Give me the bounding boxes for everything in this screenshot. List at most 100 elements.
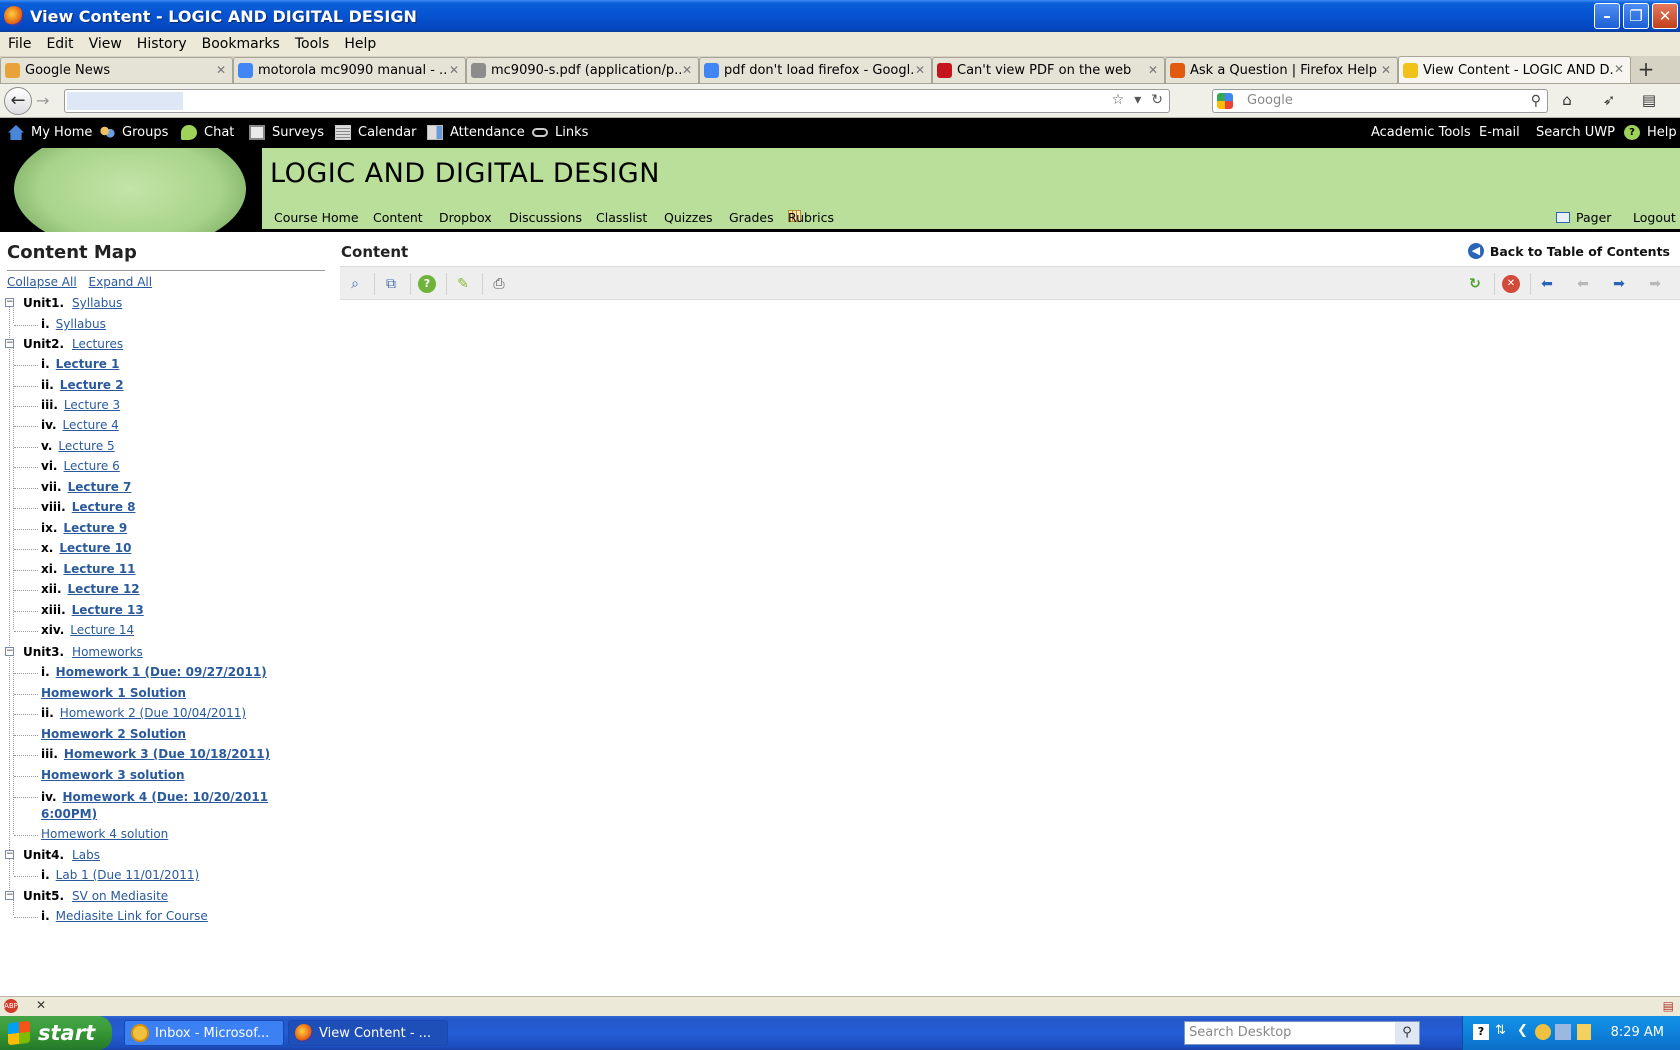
tab-close-icon[interactable]: ✕ [1381, 63, 1391, 77]
pager-link[interactable]: Pager [1556, 210, 1611, 225]
content-item-link[interactable]: Lecture 14 [70, 623, 134, 637]
discuss-icon[interactable]: ✎ [454, 275, 472, 293]
content-item-link[interactable]: Lecture 7 [68, 480, 132, 494]
previous-item-icon[interactable]: ⬅ [1574, 275, 1592, 293]
my-home-link[interactable]: My Home [8, 125, 92, 140]
tab-4[interactable]: Can't view PDF on the web ✕ [932, 57, 1165, 83]
nav-course-home[interactable]: Course Home [274, 210, 359, 225]
content-item-link[interactable]: Lecture 4 [63, 418, 119, 432]
content-item-link[interactable]: Homework 1 Solution [41, 686, 186, 700]
network-icon[interactable]: ⇅ [1495, 1023, 1506, 1038]
menu-help[interactable]: Help [344, 36, 376, 52]
expand-all-link[interactable]: Expand All [89, 275, 153, 289]
tab-0[interactable]: Google News ✕ [0, 57, 233, 83]
nav-dropbox[interactable]: Dropbox [439, 210, 492, 225]
content-item-link[interactable]: Lecture 2 [60, 378, 124, 392]
close-statusbar-icon[interactable]: ✕ [36, 998, 46, 1012]
help-tray-icon[interactable]: ? [1473, 1024, 1489, 1040]
chat-link[interactable]: Chat [181, 125, 234, 140]
menu-tools[interactable]: Tools [295, 36, 330, 52]
content-item-link[interactable]: Lecture 8 [72, 500, 136, 514]
close-window-button[interactable]: ✕ [1652, 3, 1678, 29]
expand-tray-icon[interactable]: ❮ [1517, 1023, 1528, 1038]
tab-close-icon[interactable]: ✕ [915, 63, 925, 77]
forward-button[interactable]: → [36, 91, 49, 110]
content-item-link[interactable]: Lecture 10 [59, 541, 131, 555]
content-item-link[interactable]: Homework 2 (Due 10/04/2011) [60, 706, 246, 720]
calendar-link[interactable]: Calendar [335, 125, 416, 140]
tab-close-icon[interactable]: ✕ [216, 63, 226, 77]
surveys-link[interactable]: Surveys [249, 125, 324, 140]
reload-icon[interactable]: ↻ [1151, 92, 1163, 108]
content-item-link[interactable]: Lab 1 (Due 11/01/2011) [56, 868, 200, 882]
search-uwp-link[interactable]: Search UWP [1536, 125, 1615, 140]
collapse-toggle-icon[interactable]: − [5, 850, 14, 859]
print-icon[interactable]: ⎙ [490, 275, 508, 293]
back-button[interactable]: ← [4, 86, 32, 115]
monitor-icon[interactable] [1555, 1024, 1571, 1040]
menu-view[interactable]: View [89, 36, 122, 52]
collapse-toggle-icon[interactable]: − [5, 339, 14, 348]
links-link[interactable]: Links [532, 125, 588, 140]
adblock-icon[interactable]: ABP [4, 999, 18, 1013]
remove-icon[interactable]: ✕ [1502, 275, 1520, 293]
content-item-link-continued[interactable]: 6:00PM) [41, 807, 97, 821]
content-item-link[interactable]: Homework 1 (Due: 09/27/2011) [56, 665, 267, 679]
search-icon[interactable]: ⚲ [1395, 1022, 1419, 1044]
unit-link[interactable]: SV on Mediasite [72, 889, 168, 903]
content-item-link[interactable]: Lecture 13 [72, 603, 144, 617]
nav-classlist[interactable]: Classlist [596, 210, 647, 225]
content-item-link[interactable]: Syllabus [56, 317, 106, 331]
site-identity-box[interactable] [67, 92, 183, 110]
content-item-link[interactable]: Lecture 12 [68, 582, 140, 596]
content-item-link[interactable]: Homework 4 solution [41, 827, 168, 841]
messenger-icon[interactable] [1535, 1024, 1551, 1040]
back-to-toc-link[interactable]: ◀ Back to Table of Contents [1467, 243, 1670, 259]
dropdown-arrow-icon[interactable]: ▾ [1134, 92, 1141, 108]
content-item-link[interactable]: Homework 2 Solution [41, 727, 186, 741]
content-item-link[interactable]: Homework 4 (Due: 10/20/2011 [63, 790, 269, 804]
content-item-link[interactable]: Lecture 3 [64, 398, 120, 412]
search-icon[interactable]: ⚲ [1531, 90, 1541, 112]
unit-link[interactable]: Lectures [72, 337, 123, 351]
bookmark-star-icon[interactable]: ☆ [1112, 92, 1125, 108]
tab-2[interactable]: mc9090-s.pdf (application/p... ✕ [466, 57, 699, 83]
collapse-all-link[interactable]: Collapse All [7, 275, 77, 289]
tab-close-icon[interactable]: ✕ [682, 63, 692, 77]
minimize-button[interactable]: – [1594, 3, 1620, 29]
zoom-icon[interactable]: ⌕ [346, 275, 364, 293]
unit-link[interactable]: Homeworks [72, 645, 143, 659]
collapse-toggle-icon[interactable]: − [5, 891, 14, 900]
content-item-link[interactable]: Lecture 9 [63, 521, 127, 535]
logout-link[interactable]: Logout [1633, 210, 1676, 225]
url-bar[interactable]: ☆ ▾ ↻ [64, 89, 1170, 113]
menu-file[interactable]: File [8, 36, 31, 52]
help-link[interactable]: ? Help [1624, 125, 1677, 140]
content-item-link[interactable]: Lecture 5 [58, 439, 114, 453]
nav-grades[interactable]: Grades [729, 210, 774, 225]
content-item-link[interactable]: Mediasite Link for Course [56, 909, 208, 923]
tab-close-icon[interactable]: ✕ [1148, 63, 1158, 77]
tab-close-icon[interactable]: ✕ [1614, 62, 1624, 76]
menu-bookmarks[interactable]: Bookmarks [202, 36, 280, 52]
security-icon[interactable] [1577, 1024, 1591, 1040]
search-input[interactable]: Google ⚲ [1212, 89, 1548, 113]
home-icon[interactable]: ⌂ [1556, 91, 1578, 111]
nav-discussions[interactable]: Discussions [509, 210, 582, 225]
menu-edit[interactable]: Edit [46, 36, 73, 52]
addon-icon[interactable]: ▤ [1638, 91, 1660, 111]
start-button[interactable]: start [0, 1016, 112, 1050]
open-new-window-icon[interactable]: ⧉ [382, 275, 400, 293]
last-item-icon[interactable]: ➡ [1646, 275, 1664, 293]
maximize-button[interactable]: ❐ [1623, 3, 1649, 29]
unit-link[interactable]: Labs [72, 848, 100, 862]
groups-link[interactable]: Groups [99, 125, 168, 140]
content-item-link[interactable]: Lecture 11 [63, 562, 135, 576]
first-item-icon[interactable]: ⬅ [1538, 275, 1556, 293]
unit-link[interactable]: Syllabus [72, 296, 122, 310]
nav-quizzes[interactable]: Quizzes [664, 210, 713, 225]
addon-status-icon[interactable]: ▤ [1663, 999, 1674, 1013]
next-item-icon[interactable]: ➡ [1610, 275, 1628, 293]
attendance-link[interactable]: Attendance [427, 125, 525, 140]
academic-tools-link[interactable]: Academic Tools [1371, 125, 1471, 140]
